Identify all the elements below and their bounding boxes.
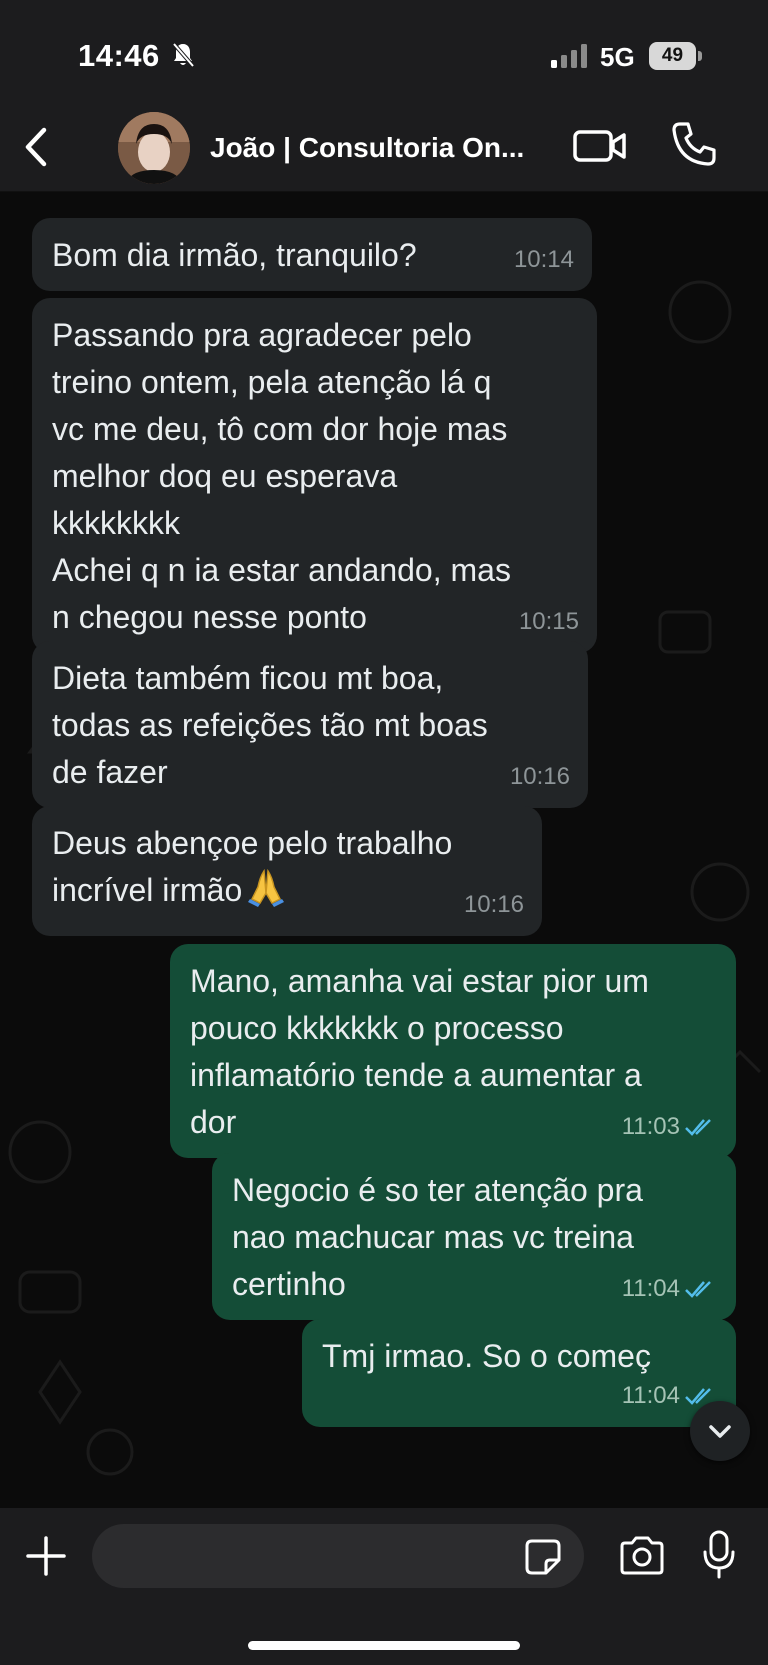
plus-icon[interactable]: [24, 1534, 68, 1578]
sticker-icon[interactable]: [524, 1538, 562, 1576]
message-bubble[interactable]: Mano, amanha vai estar pior um pouco kkk…: [170, 944, 736, 1158]
message-bubble[interactable]: Deus abençoe pelo trabalho incrível irmã…: [32, 806, 542, 936]
bell-slash-icon: [172, 42, 194, 68]
message-time: 10:16: [463, 891, 524, 918]
battery-icon: 49: [649, 42, 702, 70]
message-text: Dieta também ficou mt boa, todas as refe…: [52, 660, 488, 790]
microphone-icon[interactable]: [702, 1530, 736, 1580]
avatar[interactable]: [118, 112, 190, 184]
battery-level: 49: [649, 42, 696, 70]
message-bubble[interactable]: Negocio é so ter atenção pra nao machuca…: [212, 1153, 736, 1320]
chat-header: João | Consultoria On...: [0, 110, 768, 192]
message-bubble[interactable]: Dieta também ficou mt boa, todas as refe…: [32, 641, 588, 808]
status-time: 14:46: [78, 38, 160, 73]
message-bubble[interactable]: Tmj irmao. So o começ 11:04: [302, 1319, 736, 1427]
message-time: 11:04: [621, 1382, 680, 1409]
message-list[interactable]: Bom dia irmão, tranquilo? 10:14 Passando…: [0, 192, 768, 1508]
message-time: 10:15: [518, 608, 579, 635]
message-time: 11:03: [621, 1113, 680, 1140]
home-indicator[interactable]: [248, 1641, 520, 1650]
scroll-to-bottom-button[interactable]: [690, 1401, 750, 1461]
message-time: 10:14: [513, 246, 574, 273]
chevron-down-icon: [709, 1425, 731, 1438]
input-bar: [0, 1508, 768, 1665]
message-bubble[interactable]: Bom dia irmão, tranquilo? 10:14: [32, 218, 592, 291]
video-call-icon[interactable]: [573, 126, 627, 166]
contact-name[interactable]: João | Consultoria On...: [210, 132, 555, 164]
message-text: Passando pra agradecer pelo treino ontem…: [52, 317, 511, 635]
read-ticks-icon: [685, 1280, 711, 1298]
praying-hands-icon: [248, 868, 285, 907]
back-chevron-icon[interactable]: [14, 122, 64, 172]
read-ticks-icon: [685, 1118, 711, 1136]
message-time: 10:16: [509, 763, 570, 790]
message-input[interactable]: [92, 1524, 584, 1588]
network-type: 5G: [600, 42, 635, 72]
message-bubble[interactable]: Passando pra agradecer pelo treino ontem…: [32, 298, 597, 653]
signal-icon: [551, 44, 587, 68]
message-time: 11:04: [621, 1275, 680, 1302]
status-bar: 14:46 5G 49: [0, 0, 768, 110]
phone-call-icon[interactable]: [670, 120, 718, 168]
message-text: Bom dia irmão, tranquilo?: [52, 237, 417, 273]
camera-icon[interactable]: [618, 1536, 666, 1576]
